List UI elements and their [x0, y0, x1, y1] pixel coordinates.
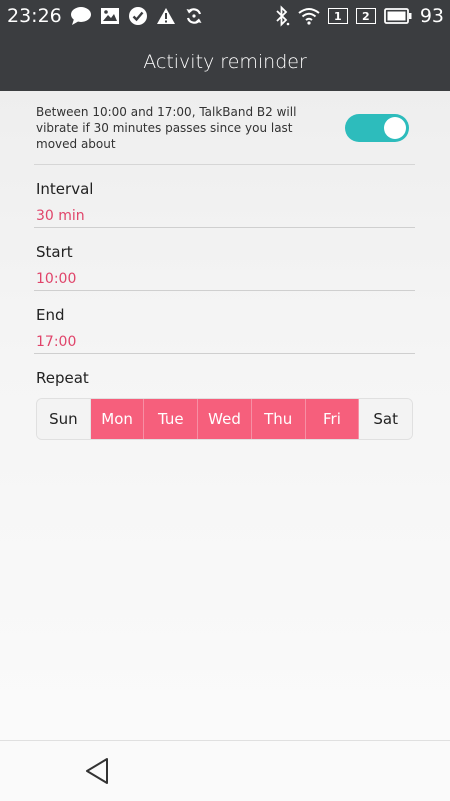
start-value: 10:00 — [36, 271, 77, 287]
sim2-icon: 2 — [355, 8, 376, 24]
wifi-icon — [298, 7, 320, 25]
check-circle-icon — [128, 6, 148, 26]
day-tue[interactable]: Tue — [144, 399, 199, 439]
warning-icon — [156, 7, 176, 25]
start-field[interactable]: Start 10:00 — [34, 228, 415, 291]
app-bar: Activity reminder — [0, 32, 450, 91]
day-fri[interactable]: Fri — [305, 399, 360, 439]
toggle-knob — [384, 116, 406, 139]
image-icon — [100, 7, 120, 25]
status-bar: 23:26 1 2 93 — [0, 0, 450, 32]
end-value: 17:00 — [36, 334, 77, 350]
day-sat[interactable]: Sat — [359, 399, 412, 439]
day-sun[interactable]: Sun — [37, 399, 91, 439]
interval-field[interactable]: Interval 30 min — [34, 165, 415, 228]
interval-label: Interval — [36, 180, 94, 198]
battery-percent: 93 — [419, 5, 444, 27]
settings-content: Between 10:00 and 17:00, TalkBand B2 wil… — [34, 91, 415, 440]
sim1-icon: 1 — [327, 8, 348, 24]
reminder-description: Between 10:00 and 17:00, TalkBand B2 wil… — [36, 104, 297, 151]
interval-value: 30 min — [36, 208, 85, 224]
back-triangle-icon[interactable] — [84, 756, 110, 790]
repeat-days-selector: Sun Mon Tue Wed Thu Fri Sat — [36, 398, 413, 440]
chat-bubble-icon — [70, 6, 92, 26]
repeat-label: Repeat — [36, 369, 89, 387]
reminder-row: Between 10:00 and 17:00, TalkBand B2 wil… — [34, 91, 415, 165]
navigation-bar — [0, 740, 450, 801]
reminder-toggle[interactable] — [345, 113, 409, 142]
day-thu[interactable]: Thu — [251, 399, 306, 439]
bluetooth-icon — [274, 5, 290, 27]
end-field[interactable]: End 17:00 — [34, 291, 415, 354]
start-label: Start — [36, 243, 73, 261]
battery-icon — [383, 8, 412, 24]
page-title: Activity reminder — [143, 50, 307, 73]
end-label: End — [36, 306, 65, 324]
sync-icon — [184, 6, 204, 26]
status-time: 23:26 — [7, 5, 62, 27]
day-mon[interactable]: Mon — [90, 399, 145, 439]
day-wed[interactable]: Wed — [198, 399, 252, 439]
